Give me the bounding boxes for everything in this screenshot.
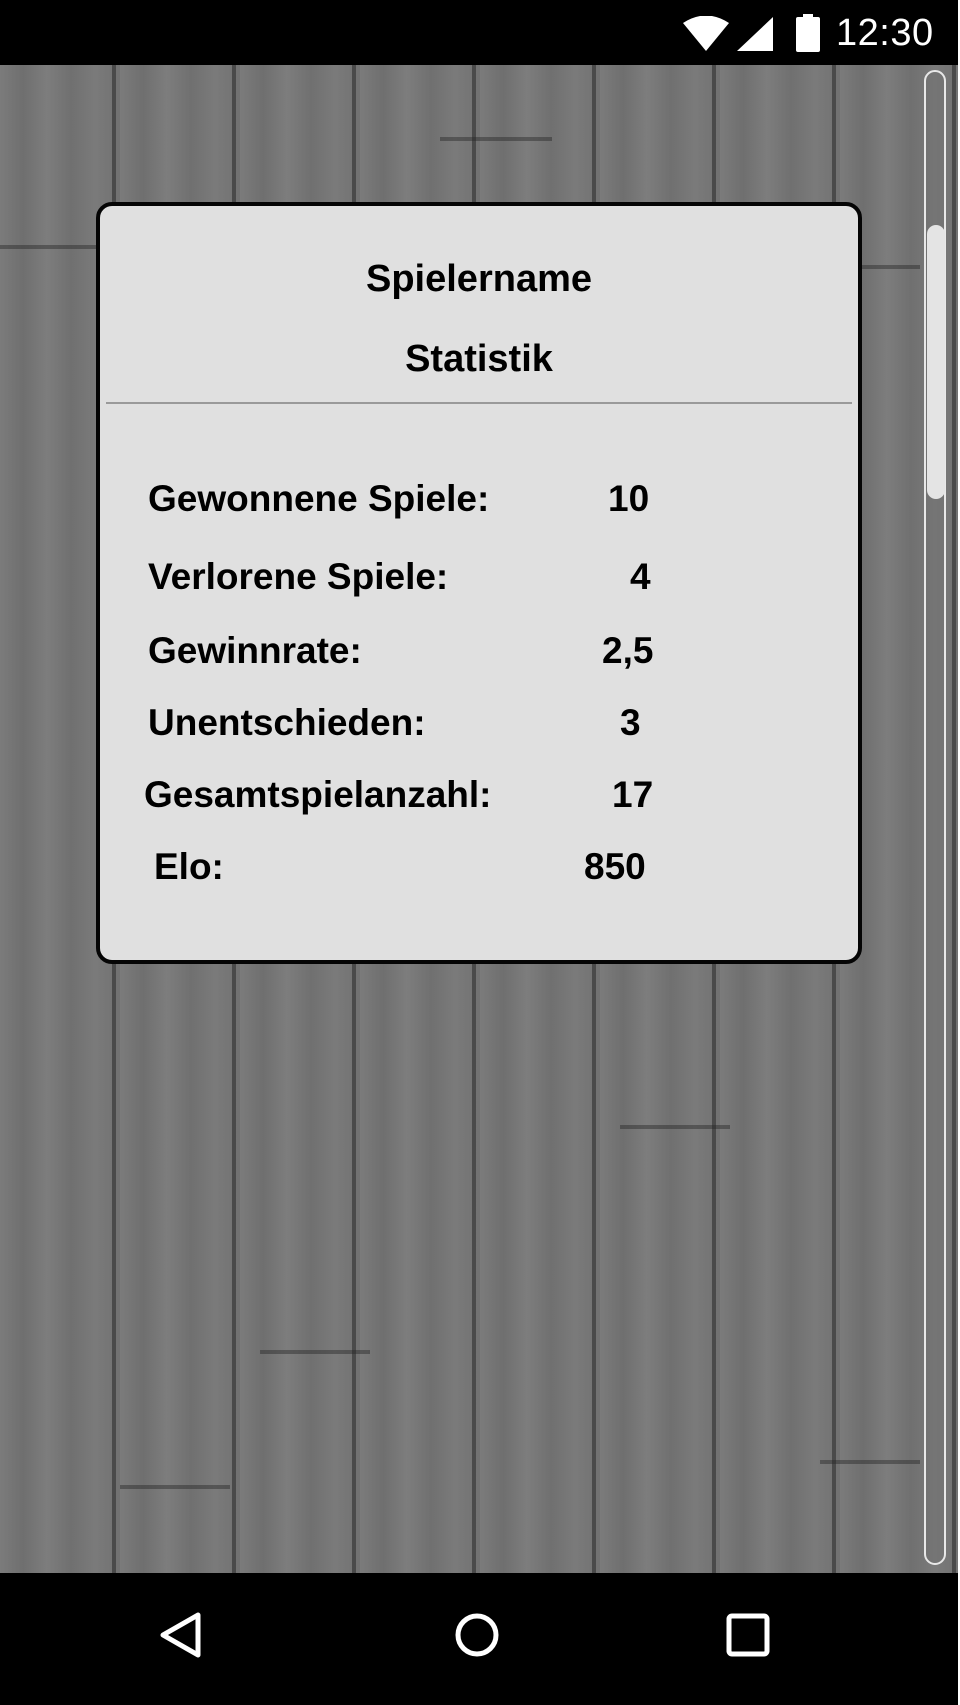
plank-joint: [820, 1460, 920, 1464]
scrollbar-thumb[interactable]: [927, 225, 945, 499]
plank-joint: [440, 137, 552, 141]
divider: [106, 402, 852, 404]
stat-row-win-rate: Gewinnrate: 2,5: [100, 630, 858, 680]
status-time: 12:30: [836, 12, 934, 54]
stat-row-draws: Unentschieden: 3: [100, 702, 858, 752]
stat-label: Verlorene Spiele:: [148, 556, 449, 597]
player-name: Spielername: [366, 258, 592, 300]
home-icon: [455, 1613, 499, 1657]
recents-button[interactable]: [716, 1603, 780, 1667]
stat-value: 4: [630, 556, 651, 597]
stat-value: 17: [612, 774, 654, 815]
plank-joint: [260, 1350, 370, 1354]
stat-row-elo: Elo: 850: [100, 846, 858, 896]
back-icon: [160, 1612, 201, 1658]
status-bar: 12:30: [0, 0, 958, 65]
stat-label: Gewonnene Spiele:: [148, 478, 490, 519]
stat-value: 10: [608, 478, 650, 519]
stat-label: Gewinnrate:: [148, 630, 362, 671]
stat-value: 2,5: [602, 630, 654, 671]
wifi-icon: [683, 16, 729, 51]
cell-signal-icon: [737, 17, 773, 51]
stat-row-losses: Verlorene Spiele: 4: [100, 556, 858, 606]
stat-label: Unentschieden:: [148, 702, 426, 743]
home-button[interactable]: [445, 1603, 509, 1667]
stat-row-wins: Gewonnene Spiele: 10: [100, 478, 858, 528]
battery-icon: [796, 14, 820, 52]
recents-icon: [726, 1613, 770, 1657]
stat-label: Elo:: [154, 846, 224, 887]
stat-row-total-games: Gesamtspielanzahl: 17: [100, 774, 858, 824]
stat-value: 3: [620, 702, 641, 743]
stat-value: 850: [584, 846, 646, 887]
navigation-bar: [0, 1573, 958, 1705]
plank-joint: [620, 1125, 730, 1129]
phone-screen: 12:30 Spielername Statistik Gewonnene Sp…: [0, 0, 958, 1705]
plank-joint: [120, 1485, 230, 1489]
stat-label: Gesamtspielanzahl:: [144, 774, 492, 815]
section-title: Statistik: [405, 338, 553, 380]
statistics-card: Spielername Statistik Gewonnene Spiele: …: [96, 202, 862, 964]
back-button[interactable]: [148, 1603, 212, 1667]
